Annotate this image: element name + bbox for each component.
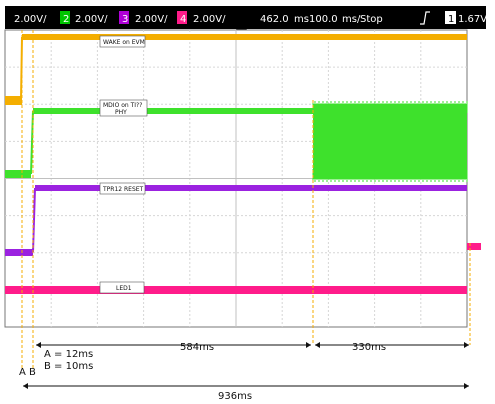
ch1-high-segment: [22, 34, 467, 40]
ch4-low-segment: [5, 286, 467, 294]
trigger-level: 1.67V: [458, 14, 487, 25]
ch4-number: 4: [180, 14, 186, 25]
interval-330-label: 330ms: [352, 342, 386, 353]
ch1-scale: 2.00V/: [14, 14, 47, 25]
ch4-label: LED1: [116, 285, 132, 292]
oscilloscope-screenshot: 2.00V/ 2 2.00V/ 3 2.00V/ 4 2.00V/ 462.0 …: [0, 0, 495, 402]
interval-584-label: 584ms: [180, 342, 214, 353]
ch2-high-segment: [33, 108, 313, 114]
b-value-text: B = 10ms: [44, 361, 93, 372]
ch2-mdio-activity-band: [313, 104, 467, 179]
timebase-scale-value: 100.0: [309, 14, 338, 25]
scope-svg: 2.00V/ 2 2.00V/ 3 2.00V/ 4 2.00V/ 462.0 …: [0, 0, 495, 402]
timebase-position: 462.0 ms: [260, 14, 309, 25]
timebase-position-unit: ms: [294, 14, 309, 25]
timebase-scale: 100.0 ms/: [309, 14, 361, 25]
ch2-label-line-1: MDIO on TI??: [103, 102, 142, 109]
ch1-label: WAKE on EVM: [103, 39, 145, 46]
timebase-scale-unit: ms/: [342, 14, 361, 25]
ch4-scale: 2.00V/: [193, 14, 226, 25]
ch2-label-line-2: PHY: [115, 109, 127, 116]
ch4-right-rise: [467, 243, 481, 250]
run-state: Stop: [360, 14, 383, 25]
marker-a-label: A: [19, 367, 26, 378]
ch3-label: TPR12 RESET: [102, 186, 144, 193]
trigger-channel: 1: [448, 14, 454, 25]
ch3-number: 3: [122, 14, 128, 25]
a-value-text: A = 12ms: [44, 349, 93, 360]
total-interval-label: 936ms: [218, 391, 252, 400]
ch3-scale: 2.00V/: [135, 14, 168, 25]
marker-b-label: B: [29, 367, 36, 378]
ch2-scale: 2.00V/: [75, 14, 108, 25]
ch2-number: 2: [63, 14, 69, 25]
timebase-position-value: 462.0: [260, 14, 289, 25]
